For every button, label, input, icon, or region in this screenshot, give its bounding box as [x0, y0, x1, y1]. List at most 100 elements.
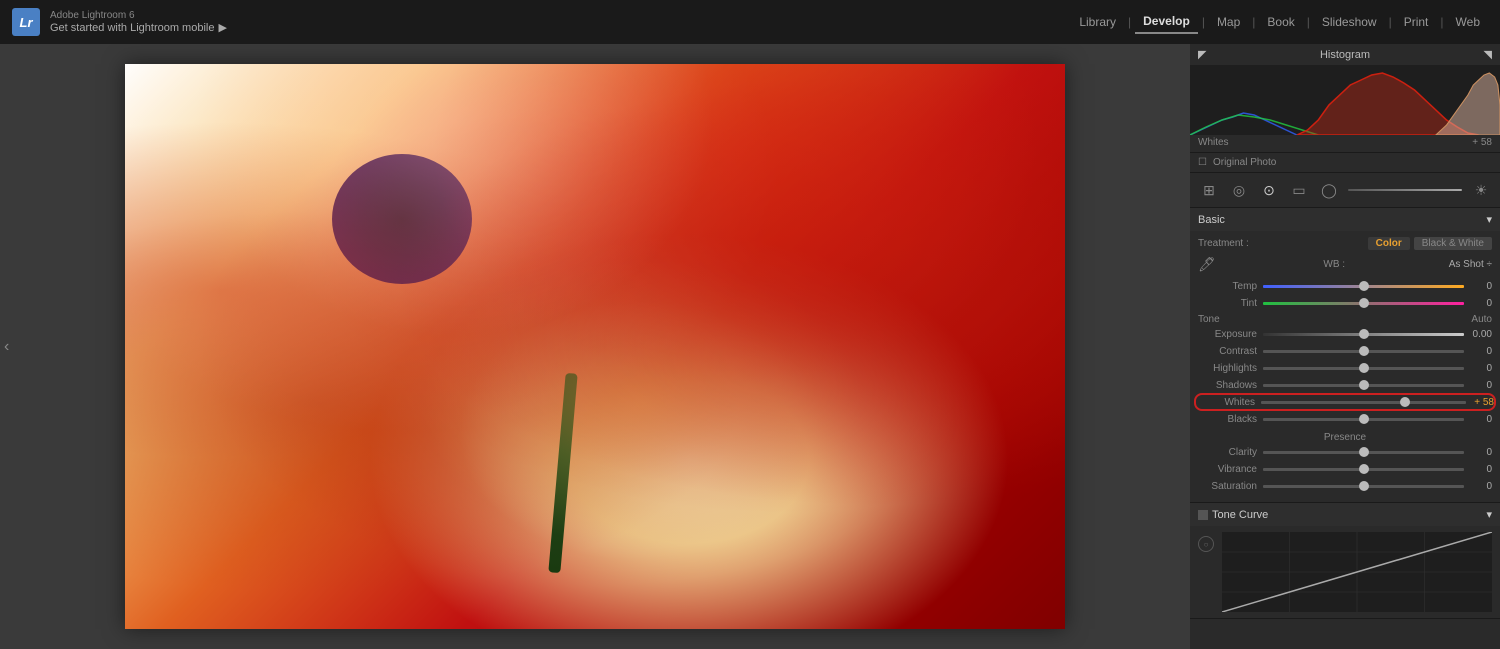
basic-panel: Basic ▾ Treatment : Color Black & White …: [1190, 208, 1500, 503]
adobe-text: Adobe Lightroom 6 Get started with Light…: [50, 10, 227, 34]
tone-curve-body: ○: [1190, 526, 1500, 618]
vibrance-value: 0: [1464, 464, 1492, 475]
histogram-header: ◤ Histogram ◥: [1190, 44, 1500, 65]
topbar-nav: Library | Develop | Map | Book | Slidesh…: [1071, 10, 1488, 34]
spot-removal-tool[interactable]: ◎: [1228, 179, 1250, 201]
whites-label: Whites: [1196, 397, 1261, 408]
saturation-slider-container[interactable]: [1263, 479, 1464, 493]
tone-curve-mode-icon[interactable]: ○: [1198, 536, 1214, 552]
blacks-track: [1263, 418, 1464, 421]
contrast-label: Contrast: [1198, 346, 1263, 357]
shadows-slider-container[interactable]: [1263, 378, 1464, 392]
adjustment-brush-tool[interactable]: ☀: [1470, 179, 1492, 201]
highlights-label: Highlights: [1198, 363, 1263, 374]
histogram-triangle-left[interactable]: ◤: [1198, 48, 1206, 61]
adobe-subtitle[interactable]: Get started with Lightroom mobile ▶: [50, 21, 227, 34]
treatment-buttons: Color Black & White: [1368, 237, 1492, 250]
shadows-slider-row: Shadows 0: [1198, 378, 1492, 392]
tone-curve-title: Tone Curve: [1212, 509, 1268, 521]
graduated-filter-tool[interactable]: ▭: [1288, 179, 1310, 201]
histogram-value: + 58: [1472, 137, 1492, 148]
exposure-track: [1263, 333, 1464, 336]
exposure-slider-container[interactable]: [1263, 327, 1464, 341]
saturation-value: 0: [1464, 481, 1492, 492]
histogram-title: Histogram: [1320, 49, 1370, 61]
original-photo-row: ☐ Original Photo: [1190, 153, 1500, 173]
nav-map[interactable]: Map: [1209, 11, 1248, 33]
contrast-thumb[interactable]: [1359, 346, 1369, 356]
nav-book[interactable]: Book: [1259, 11, 1302, 33]
tint-thumb[interactable]: [1359, 298, 1369, 308]
blacks-slider-row: Blacks 0: [1198, 412, 1492, 426]
whites-slider-container[interactable]: [1261, 395, 1466, 409]
exposure-slider-row: Exposure 0.00: [1198, 327, 1492, 341]
treatment-bw-btn[interactable]: Black & White: [1414, 237, 1492, 250]
basic-panel-header[interactable]: Basic ▾: [1190, 208, 1500, 231]
nav-print[interactable]: Print: [1396, 11, 1437, 33]
clarity-thumb[interactable]: [1359, 447, 1369, 457]
center-panel: ‹: [0, 44, 1190, 649]
blacks-slider-container[interactable]: [1263, 412, 1464, 426]
red-eye-tool[interactable]: ⊙: [1258, 179, 1280, 201]
vibrance-slider-container[interactable]: [1263, 462, 1464, 476]
highlights-track: [1263, 367, 1464, 370]
tone-auto[interactable]: Auto: [1471, 314, 1492, 325]
histogram-triangle-right[interactable]: ◥: [1484, 48, 1492, 61]
presence-section-label: Presence: [1198, 432, 1492, 443]
basic-panel-collapse: ▾: [1486, 213, 1492, 226]
highlights-slider-container[interactable]: [1263, 361, 1464, 375]
nav-slideshow[interactable]: Slideshow: [1314, 11, 1385, 33]
tone-curve-header[interactable]: Tone Curve ▾: [1190, 503, 1500, 526]
saturation-slider-row: Saturation 0: [1198, 479, 1492, 493]
treatment-color-btn[interactable]: Color: [1368, 237, 1410, 250]
vibrance-thumb[interactable]: [1359, 464, 1369, 474]
shadows-thumb[interactable]: [1359, 380, 1369, 390]
tint-value: 0: [1464, 298, 1492, 309]
shadows-label: Shadows: [1198, 380, 1263, 391]
right-panel: ◤ Histogram ◥ Whites + 58: [1190, 44, 1500, 649]
saturation-label: Saturation: [1198, 481, 1263, 492]
original-photo-checkbox[interactable]: ☐: [1198, 157, 1207, 168]
wb-eyedropper-icon[interactable]: 🖊: [1198, 256, 1216, 273]
temp-slider-container[interactable]: [1263, 279, 1464, 293]
tool-slider[interactable]: [1348, 189, 1462, 191]
tool-row: ⊞ ◎ ⊙ ▭ ◯ ☀: [1190, 173, 1500, 208]
contrast-slider-container[interactable]: [1263, 344, 1464, 358]
wb-label: WB :: [1323, 259, 1345, 270]
photo-detail: [125, 64, 1065, 629]
blacks-thumb[interactable]: [1359, 414, 1369, 424]
whites-thumb[interactable]: [1400, 397, 1410, 407]
saturation-track: [1263, 485, 1464, 488]
left-panel-toggle[interactable]: ‹: [4, 338, 9, 356]
tone-curve-collapse: ▾: [1486, 508, 1492, 521]
histogram-caption: Whites + 58: [1190, 135, 1500, 152]
vibrance-track: [1263, 468, 1464, 471]
highlights-thumb[interactable]: [1359, 363, 1369, 373]
temp-thumb[interactable]: [1359, 281, 1369, 291]
vibrance-slider-row: Vibrance 0: [1198, 462, 1492, 476]
wb-value[interactable]: As Shot ÷: [1449, 259, 1492, 270]
nav-web[interactable]: Web: [1448, 11, 1488, 33]
contrast-track: [1263, 350, 1464, 353]
tint-slider-row: Tint 0: [1198, 296, 1492, 310]
clarity-slider-container[interactable]: [1263, 445, 1464, 459]
histogram-section: ◤ Histogram ◥ Whites + 58: [1190, 44, 1500, 153]
radial-filter-tool[interactable]: ◯: [1318, 179, 1340, 201]
temp-value: 0: [1464, 281, 1492, 292]
whites-track: [1261, 401, 1466, 404]
crop-tool[interactable]: ⊞: [1198, 179, 1220, 201]
tone-curve-section: Tone Curve ▾ ○: [1190, 503, 1500, 619]
topbar-left: Lr Adobe Lightroom 6 Get started with Li…: [12, 8, 227, 36]
whites-slider-row: Whites + 58: [1196, 395, 1494, 409]
exposure-thumb[interactable]: [1359, 329, 1369, 339]
nav-library[interactable]: Library: [1071, 11, 1124, 33]
temp-slider-row: Temp 0: [1198, 279, 1492, 293]
shadows-track: [1263, 384, 1464, 387]
saturation-thumb[interactable]: [1359, 481, 1369, 491]
topbar: Lr Adobe Lightroom 6 Get started with Li…: [0, 0, 1500, 44]
highlights-value: 0: [1464, 363, 1492, 374]
nav-develop[interactable]: Develop: [1135, 10, 1198, 34]
whites-value: + 58: [1466, 397, 1494, 408]
tint-slider-container[interactable]: [1263, 296, 1464, 310]
histogram-svg: [1190, 65, 1500, 135]
